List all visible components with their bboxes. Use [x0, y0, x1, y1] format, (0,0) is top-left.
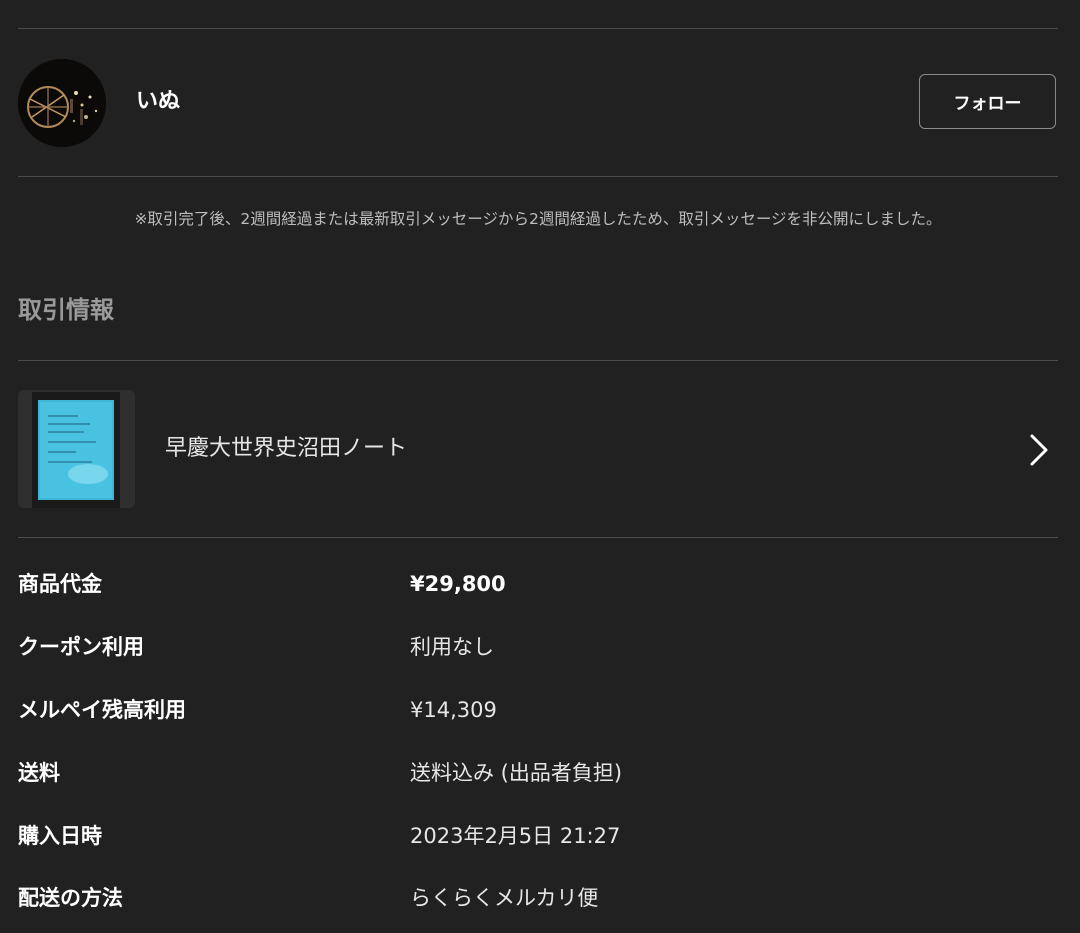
detail-label: 購入日時 [18, 824, 102, 848]
detail-label: 商品代金 [18, 572, 102, 596]
item-name: 早慶大世界史沼田ノート [165, 436, 408, 461]
detail-value: 2023年2月5日 21:27 [410, 824, 621, 848]
detail-label: クーポン利用 [18, 635, 144, 659]
detail-row-coupon: クーポン利用 利用なし [18, 630, 1058, 664]
transaction-info-heading: 取引情報 [18, 296, 114, 324]
detail-row-merpay-balance: メルペイ残高利用 ¥14,309 [18, 693, 1058, 727]
detail-value: 利用なし [410, 635, 494, 659]
detail-row-purchase-date: 購入日時 2023年2月5日 21:27 [18, 819, 1058, 853]
message-hidden-notice: ※取引完了後、2週間経過または最新取引メッセージから2週間経過したため、取引メッ… [134, 210, 942, 228]
seller-avatar[interactable] [18, 59, 106, 147]
detail-row-item-price: 商品代金 ¥29,800 [18, 567, 1058, 601]
detail-value: らくらくメルカリ便 [410, 886, 599, 910]
detail-label: 送料 [18, 761, 60, 785]
avatar-image-icon [18, 59, 106, 147]
item-link-row[interactable]: 早慶大世界史沼田ノート [18, 389, 1058, 509]
top-divider [18, 28, 1058, 29]
chevron-right-icon [1030, 434, 1048, 466]
detail-value: ¥29,800 [410, 572, 506, 596]
item-divider [18, 537, 1058, 538]
seller-divider [18, 176, 1058, 177]
detail-value: ¥14,309 [410, 698, 497, 722]
detail-row-shipping-fee: 送料 送料込み (出品者負担) [18, 756, 1058, 790]
follow-button[interactable]: フォロー [919, 74, 1056, 129]
seller-name[interactable]: いぬ [136, 88, 180, 116]
detail-label: メルペイ残高利用 [18, 698, 186, 722]
section-divider [18, 360, 1058, 361]
item-thumbnail [18, 390, 135, 508]
detail-row-shipping-method: 配送の方法 らくらくメルカリ便 [18, 881, 1058, 915]
detail-label: 配送の方法 [18, 886, 123, 910]
notebook-photo-icon [18, 390, 135, 508]
detail-value: 送料込み (出品者負担) [410, 761, 623, 785]
